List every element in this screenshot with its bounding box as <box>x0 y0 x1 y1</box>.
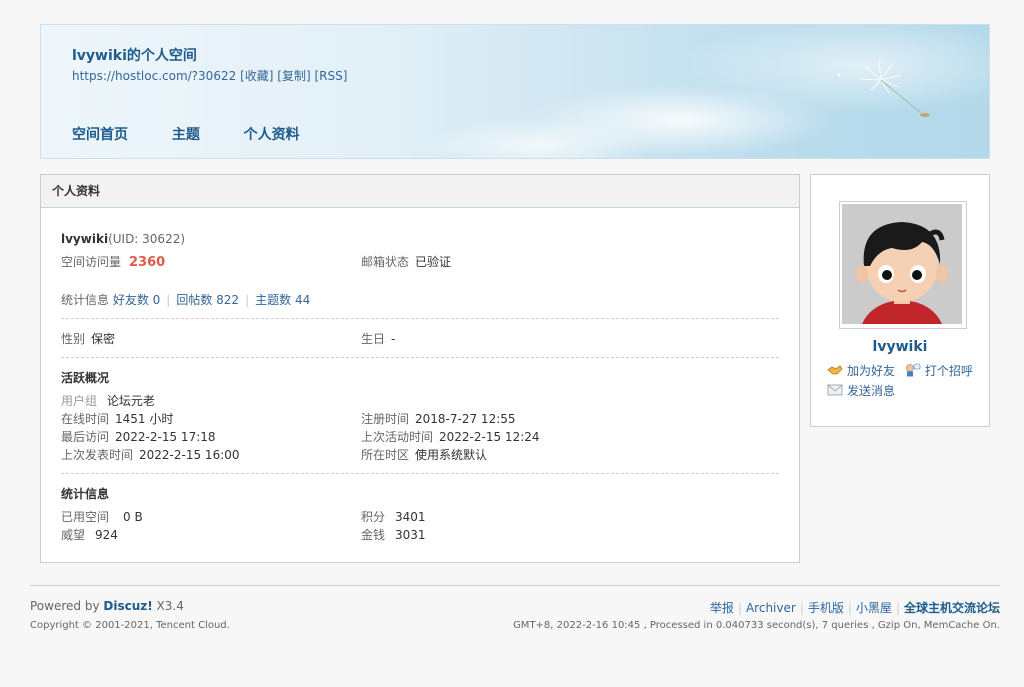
profile-panel: 个人资料 lvywiki(UID: 30622) 空间访问量 2360 邮箱状态已… <box>40 174 800 563</box>
handshake-icon <box>827 365 843 375</box>
space-url-link[interactable]: https://hostloc.com/?30622 <box>72 69 236 83</box>
divider <box>61 318 779 319</box>
nav-threads[interactable]: 主题 <box>172 124 200 144</box>
powered-by: Powered by Discuz! X3.4 <box>30 599 184 613</box>
nav-profile[interactable]: 个人资料 <box>244 124 300 144</box>
envelope-icon <box>827 384 843 396</box>
lastvisit-label: 最后访问 <box>61 430 110 444</box>
lastvisit-row: 最后访问 2022-2-15 17:18 上次活动时间 2022-2-15 12:2… <box>61 428 781 446</box>
visits-label: 空间访问量 <box>61 255 122 269</box>
lastactive-label: 上次活动时间 <box>361 430 434 444</box>
divider <box>61 357 779 358</box>
divider <box>61 473 779 474</box>
space-row: 已用空间 0 B 积分 3401 <box>61 508 781 526</box>
timezone-value: 使用系统默认 <box>415 448 488 462</box>
footer-link-site[interactable]: 全球主机交流论坛 <box>904 601 1000 615</box>
gender-row: 性别 保密 生日 - <box>61 330 781 348</box>
panel-title: 个人资料 <box>41 175 799 208</box>
threads-link[interactable]: 主题数 44 <box>255 293 310 307</box>
footer-link-archiver[interactable]: Archiver <box>746 601 796 615</box>
greet-icon <box>906 363 921 377</box>
group-row: 用户组 论坛元老 <box>61 392 781 410</box>
group-label: 用户组 <box>61 394 98 408</box>
copy-link[interactable]: [复制] <box>277 69 310 83</box>
gender-label: 性别 <box>61 332 86 346</box>
gender-value: 保密 <box>91 332 116 346</box>
friends-link[interactable]: 好友数 0 <box>113 293 160 307</box>
space-title[interactable]: lvywiki的个人空间 <box>72 45 197 65</box>
greet-link[interactable]: 打个招呼 <box>925 364 973 378</box>
group-link[interactable]: 论坛元老 <box>107 394 155 408</box>
activity-title: 活跃概况 <box>61 371 110 385</box>
online-value: 1451 小时 <box>115 412 174 426</box>
space-nav: 空间首页 主题 个人资料 <box>72 124 340 144</box>
prestige-value: 924 <box>95 528 118 542</box>
lastpost-row: 上次发表时间 2022-2-15 16:00 所在时区 使用系统默认 <box>61 446 781 464</box>
footer-links: 举报 | Archiver | 手机版 | 小黑屋 | 全球主机交流论坛 <box>709 601 1000 615</box>
birthday-label: 生日 <box>361 332 386 346</box>
avatar[interactable] <box>839 201 967 329</box>
nav-space-home[interactable]: 空间首页 <box>72 124 128 144</box>
email-value: 已验证 <box>415 255 452 269</box>
credits-value: 3401 <box>395 510 426 524</box>
lastpost-value: 2022-2-15 16:00 <box>139 448 240 462</box>
email-label: 邮箱状态 <box>361 255 410 269</box>
powered-prefix: Powered by <box>30 599 104 613</box>
send-message-link[interactable]: 发送消息 <box>847 384 895 398</box>
stat-title: 统计信息 <box>61 487 110 501</box>
register-label: 注册时间 <box>361 412 410 426</box>
avatar-image <box>842 204 962 324</box>
lastvisit-value: 2022-2-15 17:18 <box>115 430 216 444</box>
username-row: lvywiki(UID: 30622) <box>61 230 781 248</box>
money-label: 金钱 <box>361 528 386 542</box>
greet-button[interactable]: 打个招呼 <box>905 361 973 381</box>
visits-value: 2360 <box>129 255 166 270</box>
footer-link-mobile[interactable]: 手机版 <box>808 601 844 615</box>
send-message-button[interactable]: 发送消息 <box>827 381 895 401</box>
prestige-row: 威望 924 金钱 3031 <box>61 526 781 544</box>
add-friend-button[interactable]: 加为好友 <box>827 361 895 381</box>
add-friend-link[interactable]: 加为好友 <box>847 364 895 378</box>
uid: (UID: 30622) <box>108 232 186 246</box>
username: lvywiki <box>61 232 109 246</box>
prestige-label: 威望 <box>61 528 86 542</box>
lastactive-value: 2022-2-15 12:24 <box>439 430 540 444</box>
space-label: 已用空间 <box>61 510 110 524</box>
footer-divider <box>30 585 1000 586</box>
money-value: 3031 <box>395 528 426 542</box>
stats-label: 统计信息 <box>61 293 110 307</box>
footer-link-report[interactable]: 举报 <box>710 601 734 615</box>
rss-link[interactable]: [RSS] <box>314 69 347 83</box>
visits-row: 空间访问量 2360 邮箱状态 已验证 <box>61 253 781 271</box>
space-url-line: https://hostloc.com/?30622 [收藏] [复制] [RS… <box>72 67 347 84</box>
card-username[interactable]: lvywiki <box>811 339 989 355</box>
card-actions: 加为好友 打个招呼 发送消息 <box>827 361 979 401</box>
powered-version: X3.4 <box>152 599 184 613</box>
space-header-banner: lvywiki的个人空间 https://hostloc.com/?30622 … <box>40 24 990 159</box>
favorite-link[interactable]: [收藏] <box>240 69 273 83</box>
birthday-value: - <box>391 332 396 346</box>
user-card: lvywiki 加为好友 打个招呼 发送消息 <box>810 174 990 427</box>
replies-link[interactable]: 回帖数 822 <box>176 293 239 307</box>
dandelion-decoration <box>837 60 930 117</box>
footer-link-blackroom[interactable]: 小黑屋 <box>856 601 892 615</box>
space-value: 0 B <box>123 510 143 524</box>
stats-row: 统计信息 好友数 0 | 回帖数 822 | 主题数 44 <box>61 293 311 307</box>
lastpost-label: 上次发表时间 <box>61 448 134 462</box>
timezone-label: 所在时区 <box>361 448 410 462</box>
online-row: 在线时间 1451 小时 注册时间 2018-7-27 12:55 <box>61 410 781 428</box>
online-label: 在线时间 <box>61 412 110 426</box>
discuz-link[interactable]: Discuz! <box>103 599 152 613</box>
copyright: Copyright © 2001-2021, Tencent Cloud. <box>30 620 230 631</box>
credits-label: 积分 <box>361 510 386 524</box>
register-value: 2018-7-27 12:55 <box>415 412 516 426</box>
footer-stats: GMT+8, 2022-2-16 10:45 , Processed in 0.… <box>513 620 1000 631</box>
